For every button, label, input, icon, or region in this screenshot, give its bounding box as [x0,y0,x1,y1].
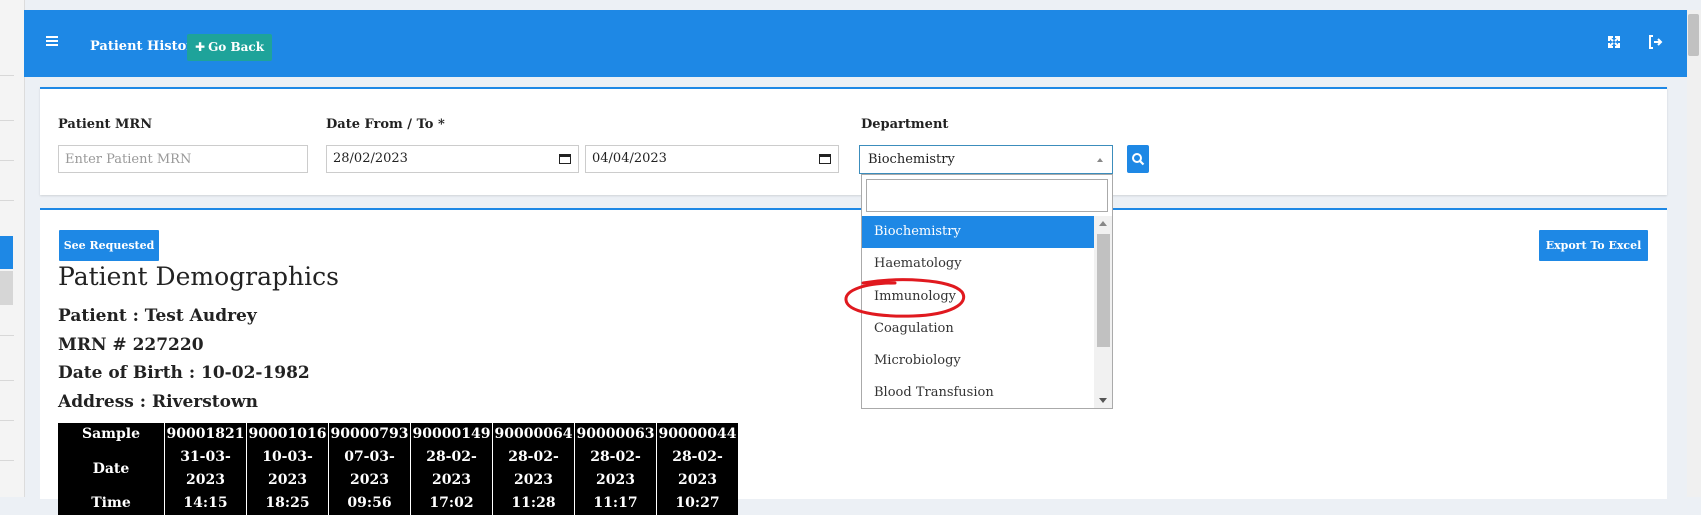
dropdown-search-input[interactable] [866,179,1108,212]
sidebar-divider [0,380,14,381]
department-selected-value: Biochemistry [868,152,955,167]
date-from-value: 28/02/2023 [333,151,408,166]
caret-up-icon [1097,158,1103,162]
table-row: Time 14:15 18:25 09:56 17:02 11:28 11:17… [58,492,738,515]
sidebar-item-active[interactable] [0,236,13,269]
page-title: Patient History [90,39,201,54]
date-from-input[interactable]: 28/02/2023 [326,145,579,173]
dropdown-option-blood-transfusion[interactable]: Blood Transfusion [862,377,1094,409]
sample-cell: 90000064 [492,423,575,446]
time-cell: 11:17 [574,492,657,515]
sidebar-divider [0,120,14,121]
sidebar-divider [0,160,14,161]
time-cell: 18:25 [246,492,329,515]
calendar-icon[interactable] [559,153,571,164]
sidebar-divider [0,75,14,76]
sign-out-icon[interactable] [1646,33,1664,51]
annotation-circle [844,278,966,318]
date-to-value: 04/04/2023 [592,151,667,166]
dropdown-option-microbiology[interactable]: Microbiology [862,345,1094,377]
date-range-label: Date From / To * [326,117,445,132]
top-header: Patient History ✚ Go Back [24,10,1687,77]
date-cell: 28-02-2023 [574,446,657,492]
fullscreen-icon[interactable] [1605,33,1623,51]
sidebar-divider [0,420,14,421]
patient-name: Patient : Test Audrey [58,306,257,326]
go-back-button[interactable]: ✚ Go Back [187,34,273,61]
patient-address: Address : Riverstown [58,392,258,412]
department-label: Department [861,117,949,132]
sample-cell: 90000149 [410,423,493,446]
scroll-up-arrow-icon[interactable] [1099,221,1107,226]
row-header: Date [58,446,165,492]
hamburger-icon[interactable] [46,34,60,48]
row-header: Time [58,492,165,515]
date-cell: 28-02-2023 [410,446,493,492]
calendar-icon[interactable] [819,153,831,164]
sample-cell: 90000063 [574,423,657,446]
sidebar [0,0,25,497]
time-cell: 14:15 [164,492,247,515]
demographics-title: Patient Demographics [58,262,339,291]
dropdown-scrollbar[interactable] [1094,216,1112,408]
sidebar-divider [0,200,14,201]
go-back-label: Go Back [208,40,265,54]
search-icon [1132,153,1145,166]
dropdown-option-biochemistry[interactable]: Biochemistry [862,216,1094,249]
time-cell: 09:56 [328,492,411,515]
time-cell: 11:28 [492,492,575,515]
date-cell: 07-03-2023 [328,446,411,492]
page-scrollbar[interactable] [1687,10,1701,497]
table-row: Date 31-03-2023 10-03-2023 07-03-2023 28… [58,446,738,492]
patient-dob: Date of Birth : 10-02-1982 [58,363,310,383]
mrn-input[interactable] [58,145,308,173]
sample-cell: 90001016 [246,423,329,446]
mrn-label: Patient MRN [58,117,153,132]
department-select[interactable]: Biochemistry [859,145,1113,174]
see-requested-button[interactable]: See Requested [59,230,159,261]
time-cell: 17:02 [410,492,493,515]
dropdown-scrollbar-thumb[interactable] [1097,234,1110,347]
date-cell: 31-03-2023 [164,446,247,492]
time-cell: 10:27 [675,495,720,511]
date-to-input[interactable]: 04/04/2023 [585,145,839,173]
plus-icon: ✚ [195,40,206,54]
sample-cell: 90000793 [328,423,411,446]
sample-cell: 90000044 [658,426,737,442]
dropdown-option-haematology[interactable]: Haematology [862,248,1094,280]
sidebar-item[interactable] [0,271,13,305]
search-button[interactable] [1127,145,1149,173]
scroll-down-arrow-icon[interactable] [1099,398,1107,403]
results-table: Sample 90001821 90001016 90000793 900001… [58,423,738,515]
sample-cell: 90001821 [164,423,247,446]
filter-panel [40,87,1667,195]
patient-mrn: MRN # 227220 [58,335,204,355]
table-row: Sample 90001821 90001016 90000793 900001… [58,423,738,446]
date-cell: 10-03-2023 [246,446,329,492]
sidebar-divider [0,460,14,461]
page-scrollbar-thumb[interactable] [1688,14,1699,56]
row-header: Sample [58,423,165,446]
sidebar-divider [0,335,14,336]
export-excel-button[interactable]: Export To Excel [1539,230,1648,261]
date-cell: 28-02-2023 [492,446,575,492]
date-cell: 28-02-2023 [672,449,723,488]
